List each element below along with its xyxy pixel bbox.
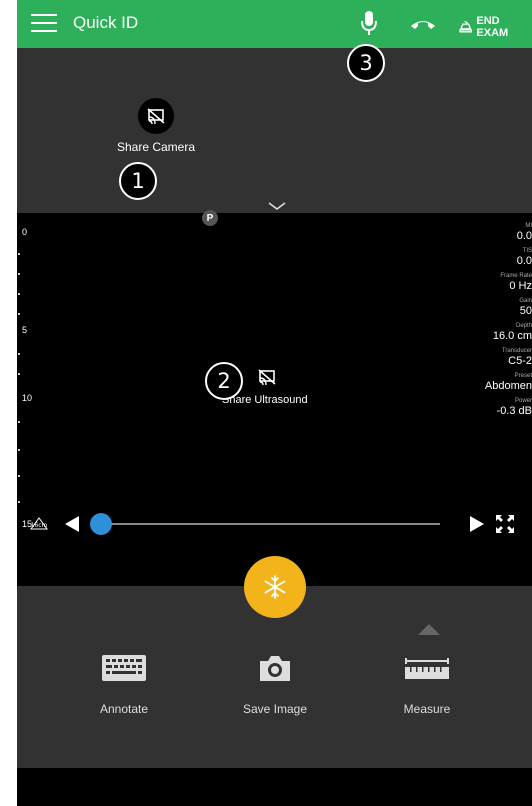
- camera-panel: Share Camera: [17, 48, 532, 213]
- param-preset: Preset Abdomen: [484, 373, 532, 392]
- top-bar: Quick ID END EXAM: [17, 0, 532, 48]
- ultrasound-view[interactable]: P 0 5 10 15 MI 0.0 TIS 0.0 Frame Rate 0 Hz …: [17, 210, 532, 586]
- measure-button[interactable]: Measure: [377, 650, 477, 716]
- chevron-down-icon[interactable]: [267, 201, 287, 211]
- save-image-label: Save Image: [242, 702, 308, 716]
- cine-slider-thumb[interactable]: [90, 513, 112, 535]
- left-gutter: [0, 0, 17, 806]
- param-power: Power -0.3 dB: [496, 398, 532, 417]
- param-mi: MI 0.0: [516, 223, 532, 242]
- cast-off-icon: [258, 369, 276, 386]
- camera-icon: [260, 656, 290, 681]
- bottom-bar: [17, 768, 532, 806]
- depth-scale: 0 5 10 15: [17, 213, 47, 533]
- save-image-button[interactable]: Save Image: [225, 650, 325, 716]
- app-title: Quick ID: [73, 13, 139, 32]
- snowflake-icon: [264, 575, 286, 599]
- imaging-parameters: MI 0.0 TIS 0.0 Frame Rate 0 Hz Gain 50 Depth…: [472, 223, 532, 423]
- callout-marker-1: 1: [119, 162, 157, 200]
- param-transducer: Transducer C5-2: [501, 348, 532, 367]
- hang-up-phone-icon[interactable]: [409, 14, 437, 34]
- end-exam-icon: [459, 20, 473, 33]
- ruler-icon: [405, 658, 449, 679]
- end-exam-label: END EXAM: [476, 15, 509, 39]
- freeze-button[interactable]: [244, 556, 306, 618]
- callout-marker-2: 2: [205, 362, 243, 400]
- fullscreen-icon[interactable]: [494, 513, 516, 535]
- param-frame-rate: Frame Rate 0 Hz: [500, 273, 532, 292]
- depth-tick-label: 0: [22, 227, 28, 237]
- depth-unit-label: 16cm: [31, 522, 48, 529]
- probe-badge: P: [202, 210, 218, 226]
- cast-off-icon: [138, 98, 174, 134]
- cine-bar: 16cm: [17, 509, 532, 539]
- hamburger-menu-icon[interactable]: [31, 14, 57, 34]
- microphone-icon[interactable]: [359, 9, 379, 37]
- cine-step-back-button[interactable]: [65, 516, 79, 532]
- share-camera-button[interactable]: Share Camera: [101, 98, 211, 154]
- annotate-button[interactable]: Annotate: [74, 650, 174, 716]
- end-exam-button[interactable]: END EXAM: [459, 15, 532, 39]
- share-camera-label: Share Camera: [116, 140, 196, 154]
- depth-tick-label: 5: [22, 325, 28, 335]
- param-depth: Depth 16.0 cm: [492, 323, 532, 342]
- annotate-label: Annotate: [99, 702, 149, 716]
- cine-step-forward-button[interactable]: [470, 516, 484, 532]
- measure-label: Measure: [403, 702, 451, 716]
- expand-caret-icon[interactable]: [418, 624, 440, 635]
- param-tis: TIS 0.0: [516, 248, 532, 267]
- callout-marker-3: 3: [347, 44, 385, 82]
- cine-slider-track[interactable]: [97, 523, 440, 525]
- param-gain: Gain 50: [519, 298, 532, 317]
- keyboard-icon: [102, 655, 146, 681]
- probe-orientation-icon[interactable]: 16cm: [29, 515, 49, 531]
- depth-tick-label: 10: [22, 393, 33, 403]
